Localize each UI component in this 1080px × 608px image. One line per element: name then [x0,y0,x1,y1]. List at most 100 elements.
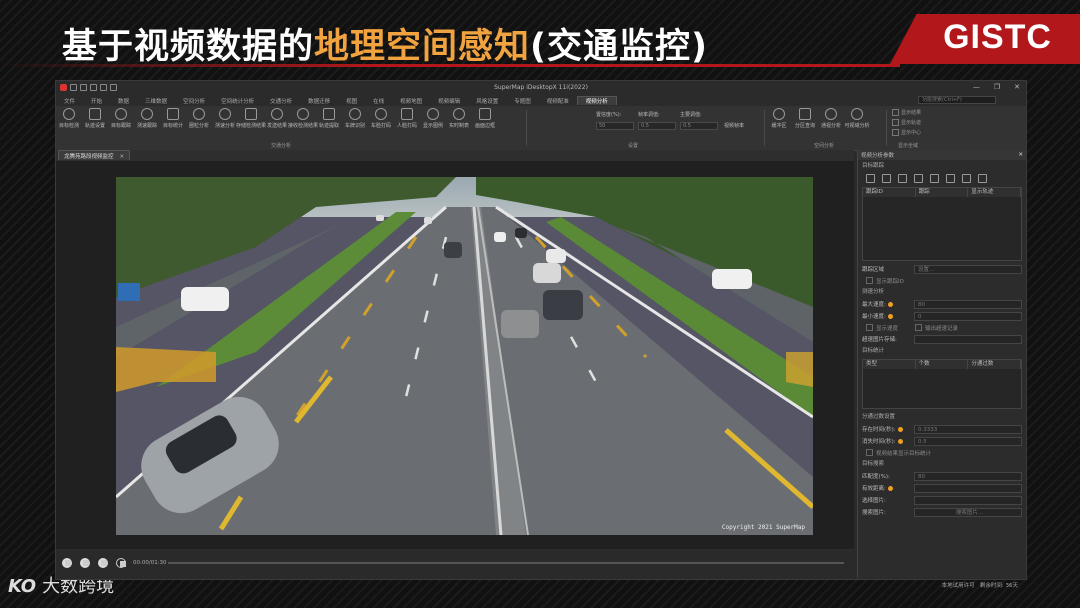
save-path-input[interactable] [914,334,1022,344]
player-progress[interactable] [168,562,844,564]
search-image-button[interactable]: 搜索图片... [914,507,1022,517]
ribbon-button[interactable]: 轨迹设置 [84,108,106,129]
menu-item[interactable]: 空间统计分析 [213,97,262,105]
ribbon-button[interactable]: 发送结果 [266,108,288,129]
ribbon-button[interactable]: 实时制表 [448,108,470,129]
ribbon-checkbox[interactable] [892,129,899,136]
match-input[interactable]: 80 [914,471,1022,481]
confidence-input[interactable]: 50 [596,122,634,130]
vanish-input[interactable]: 0.5 [914,436,1022,446]
menu-item[interactable]: 风格设置 [468,97,506,105]
ribbon-button[interactable]: 测速跟踪 [136,108,158,129]
draw-icon[interactable] [914,174,923,183]
ribbon-button[interactable]: 目标跟踪 [110,108,132,129]
import-icon[interactable] [946,174,955,183]
menu-item[interactable]: 数据 [110,97,137,105]
ribbon-button[interactable]: 轨迹提取 [318,108,340,129]
video-rate-label[interactable]: 视频帧率 [724,123,744,129]
menu-item[interactable]: 视频配准 [539,97,577,105]
confidence-label: 置信度(%): [596,112,622,118]
show-speed-checkbox[interactable] [866,324,873,331]
min-speed-input[interactable]: 0 [914,311,1022,321]
rect-icon[interactable] [882,174,891,183]
ribbon-button[interactable]: 分区查询 [794,108,816,129]
max-speed-input[interactable]: 80 [914,299,1022,309]
menu-item[interactable]: 空间分析 [175,97,213,105]
menu-item[interactable]: 视频分析 [576,96,617,105]
ribbon-button[interactable]: 可视域分析 [845,108,870,129]
ribbon-checkbox[interactable] [892,109,899,116]
tab-close-icon[interactable]: ✕ [120,154,125,160]
ribbon-check[interactable]: 显示轨迹 [892,119,921,129]
ribbon-button[interactable]: 显示图例 [422,108,444,129]
ribbon-check[interactable]: 显示结果 [892,109,921,119]
table-header-cell[interactable]: 分通过数 [968,360,1022,369]
ribbon-button[interactable]: 目标检测 [58,108,80,129]
exist-input[interactable]: 0.3333 [914,424,1022,434]
menu-item[interactable]: 开始 [83,97,110,105]
close-icon[interactable]: ✕ [1014,83,1020,91]
minimize-icon[interactable]: — [973,83,980,91]
nms-field: 帧率调值: [638,111,660,118]
table-header-cell[interactable]: 跟踪ID [863,188,916,197]
ribbon-button[interactable]: 人脸打码 [396,108,418,129]
output-record-checkbox[interactable] [915,324,923,331]
count-checkbox[interactable] [866,449,873,456]
ribbon-button-label: 接收检测结果 [288,123,319,129]
traffic-video-frame[interactable]: Copyright 2021 SuperMap [116,177,813,535]
ribbon-button[interactable]: 接收检测结果 [288,108,318,129]
video-viewport[interactable]: Copyright 2021 SuperMap [56,161,854,549]
main-threshold-input[interactable]: 0.5 [680,122,718,130]
nms-input[interactable]: 0.5 [638,122,676,130]
ribbon-checkbox[interactable] [892,119,899,126]
menu-item[interactable]: 交通分析 [262,97,300,105]
menu-item[interactable]: 视频地图 [392,97,430,105]
show-id-checkbox[interactable] [866,277,873,284]
panel-close-icon[interactable]: ✕ [1018,152,1023,158]
confidence-value-field: 50 [596,122,634,130]
ribbon-check[interactable]: 显示中心 [892,129,921,139]
target-icon[interactable] [898,174,907,183]
valid-row: 有效距离: [858,482,1026,494]
menu-item[interactable]: 数据迁移 [300,97,338,105]
ribbon-button[interactable]: 车脸打码 [370,108,392,129]
play-button[interactable] [80,558,90,568]
forward-button[interactable] [98,558,108,568]
table-header-cell[interactable]: 类型 [863,360,916,369]
count-check[interactable]: 视频结果显示目标统计 [858,447,1026,458]
nms-value-field: 0.5 [638,122,676,130]
clear-icon[interactable] [930,174,939,183]
refresh-icon[interactable] [978,174,987,183]
doc-tab[interactable]: 龙腾苑路段视频监控 ✕ [58,150,131,160]
rewind-button[interactable] [62,558,72,568]
settings-gear-icon[interactable] [116,558,126,568]
ribbon-button[interactable]: 通视分析 [820,108,842,129]
ribbon-button[interactable]: 车牌识别 [344,108,366,129]
restore-icon[interactable]: ❐ [994,83,1000,91]
ribbon-button[interactable]: 圈粒分析 [188,108,210,129]
show-id-check[interactable]: 显示跟踪ID [858,275,1026,286]
table-header-cell[interactable]: 显示轨迹 [968,188,1022,197]
menu-item[interactable]: 三维数据 [137,97,175,105]
function-search-input[interactable]: 功能搜索(Ctrl+F) [918,96,996,104]
menu-item[interactable]: 专题图 [506,97,539,105]
ribbon-button[interactable]: 目标统计 [162,108,184,129]
select-icon[interactable] [866,174,875,183]
ribbon-button[interactable]: 测速分析 [214,108,236,129]
table-header-cell[interactable]: 个数 [916,360,969,369]
select-image-input[interactable] [914,495,1022,505]
menu-item[interactable]: 文件 [56,97,83,105]
export-icon[interactable] [962,174,971,183]
menu-item[interactable]: 视频编辑 [430,97,468,105]
ribbon-button[interactable]: 存储检测结果 [236,108,266,129]
menu-item[interactable]: 在线 [365,97,392,105]
menu-item[interactable]: 视图 [338,97,365,105]
window-title: SuperMap iDesktopX 11i(2022) [494,84,588,91]
ribbon-button[interactable]: 画面边框 [474,108,496,129]
region-select[interactable]: 设置... [914,264,1022,274]
ribbon-button[interactable]: 缓冲区 [768,108,790,129]
table-header-cell[interactable]: 跟踪 [916,188,969,197]
ribbon-button-label: 人脸打码 [396,123,417,129]
valid-input[interactable] [914,483,1022,493]
settings-group-label: 设置 [628,143,639,149]
